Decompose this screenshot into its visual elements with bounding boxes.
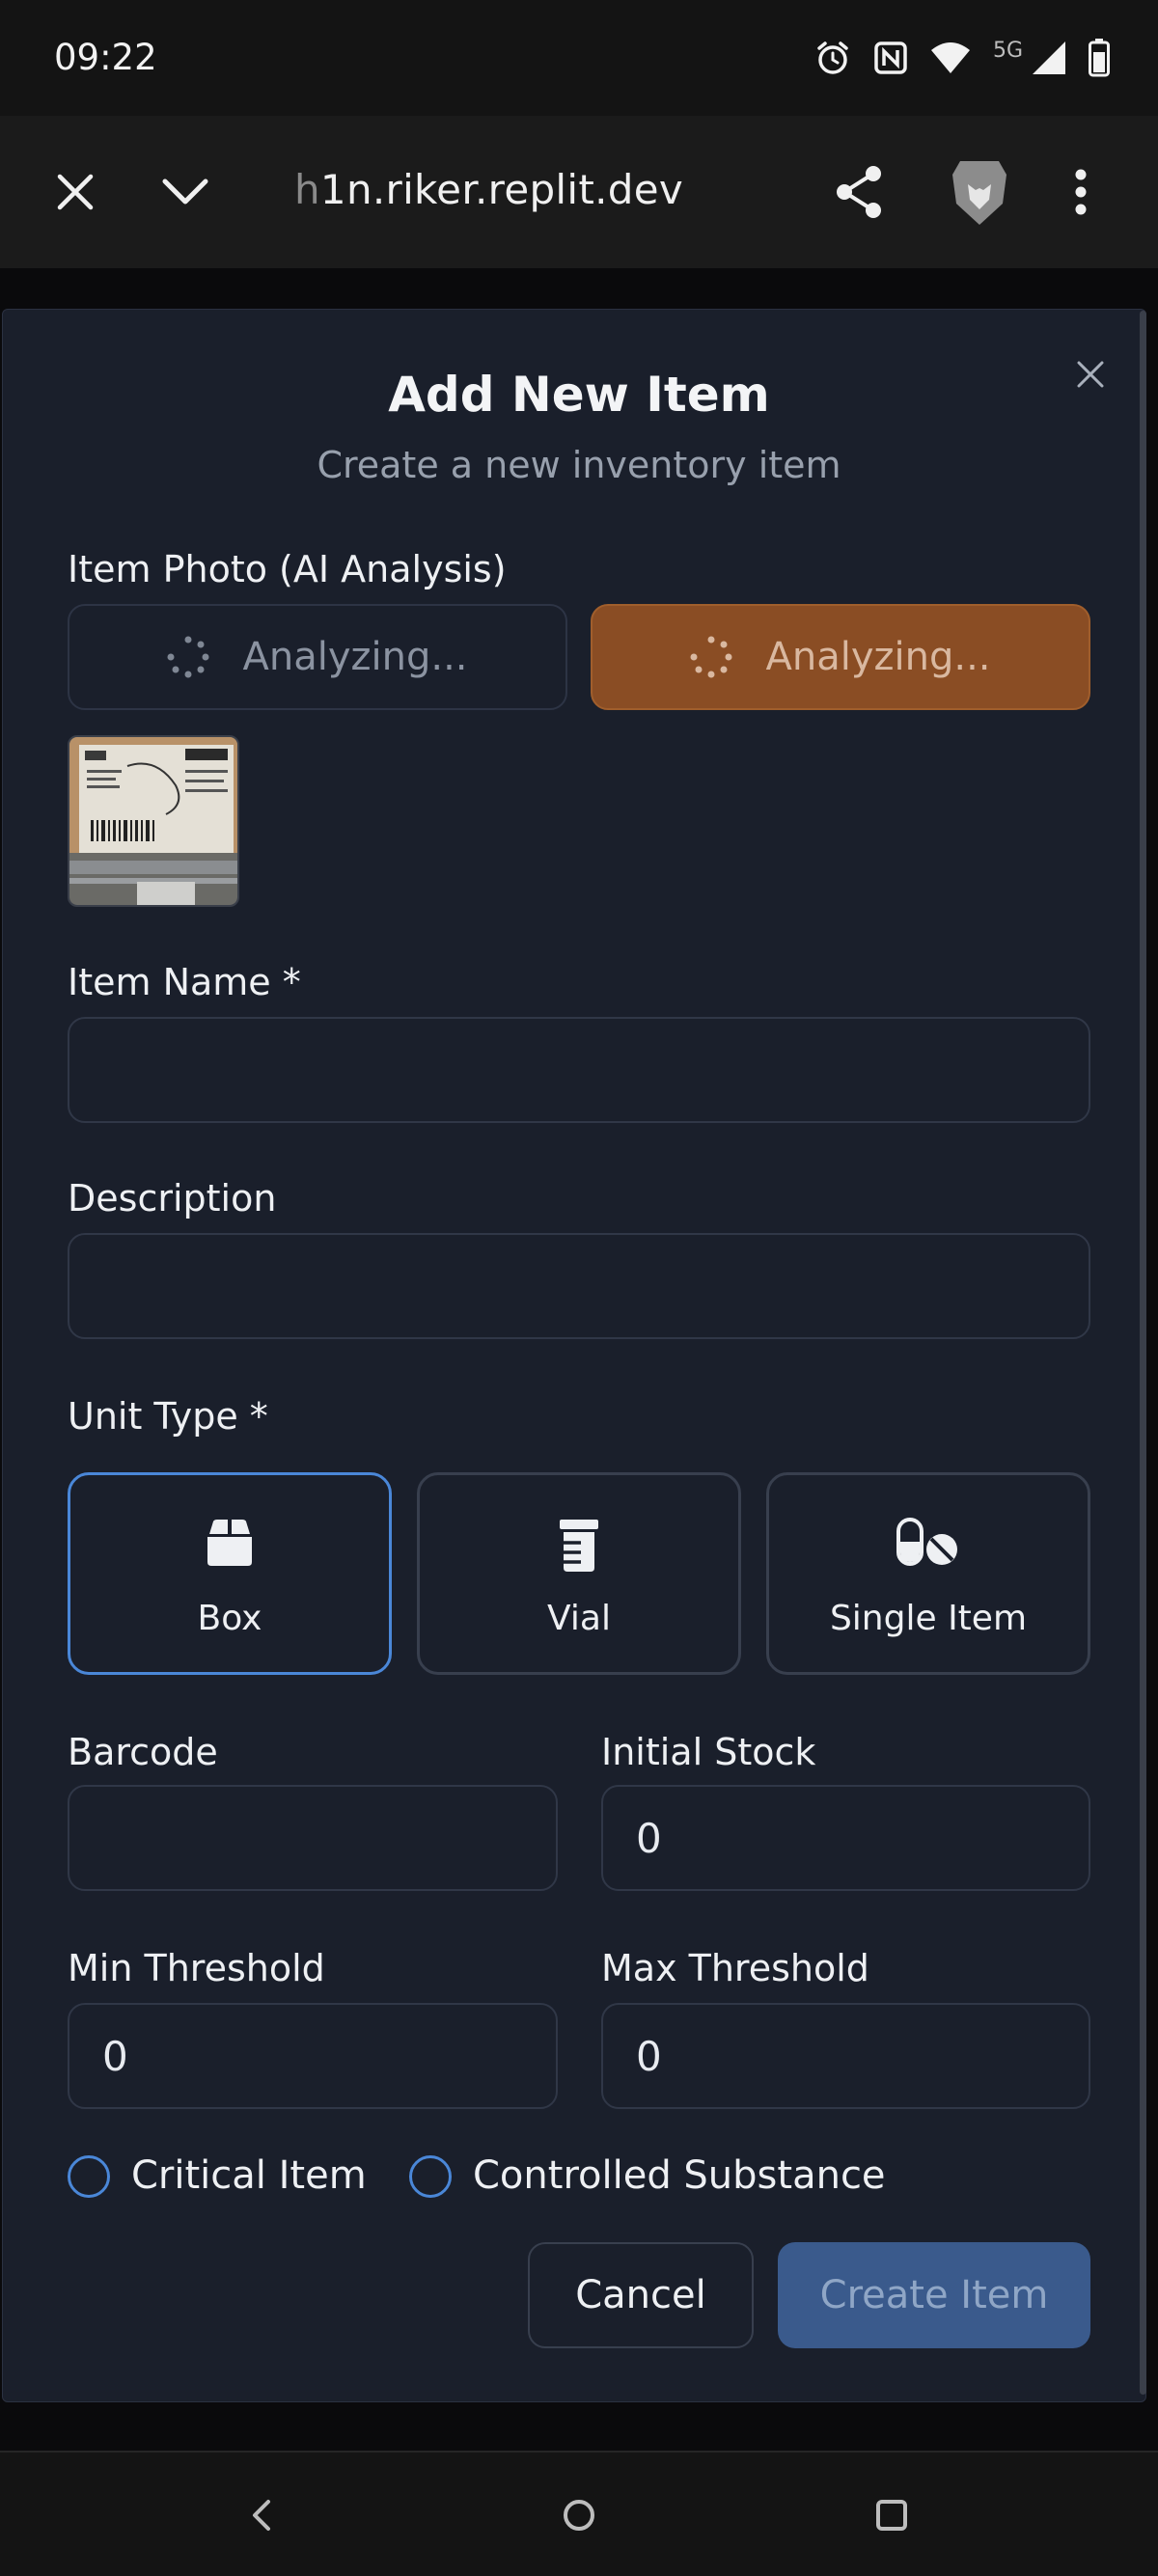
min-threshold-input[interactable]: 0 xyxy=(68,2003,558,2109)
box-icon xyxy=(207,1520,252,1566)
unit-type-single-item[interactable]: Single Item xyxy=(766,1472,1090,1675)
item-name-label: Item Name * xyxy=(68,961,301,1003)
max-threshold-label: Max Threshold xyxy=(601,1947,869,1989)
more-vert-icon xyxy=(1075,169,1087,215)
item-photo-thumbnail[interactable] xyxy=(68,735,239,907)
min-threshold-label: Min Threshold xyxy=(68,1947,325,1989)
url-bar[interactable]: h1n.riker.replit.dev xyxy=(294,166,683,213)
share-button[interactable] xyxy=(825,116,893,268)
unit-type-vial-label: Vial xyxy=(547,1599,611,1638)
nfc-icon xyxy=(874,41,907,74)
critical-item-label[interactable]: Critical Item xyxy=(131,2153,367,2198)
battery-icon xyxy=(1089,39,1110,77)
max-threshold-input[interactable]: 0 xyxy=(601,2003,1090,2109)
collapse-button[interactable] xyxy=(147,116,224,268)
pills-icon xyxy=(896,1518,957,1566)
unit-type-vial[interactable]: Vial xyxy=(417,1472,741,1675)
url-main: 1n.riker.replit.dev xyxy=(319,166,684,213)
unit-type-box[interactable]: Box xyxy=(68,1472,392,1675)
brave-lion-icon xyxy=(952,161,1006,225)
alarm-icon xyxy=(817,41,848,74)
analyze-upload-button[interactable]: Analyzing... xyxy=(591,604,1090,710)
barcode-input[interactable] xyxy=(68,1785,558,1891)
signal-icon xyxy=(1033,41,1065,74)
controlled-substance-label[interactable]: Controlled Substance xyxy=(473,2153,886,2198)
status-icons: 5G xyxy=(813,35,1110,81)
home-icon xyxy=(564,2500,594,2531)
recents-icon xyxy=(876,2500,907,2531)
more-options-button[interactable] xyxy=(1052,116,1110,268)
status-time: 09:22 xyxy=(54,37,157,78)
nav-recents-button[interactable] xyxy=(834,2453,950,2576)
unit-type-box-label: Box xyxy=(197,1599,262,1638)
critical-item-checkbox[interactable] xyxy=(68,2155,110,2198)
wifi-icon xyxy=(930,42,970,73)
spinner-icon xyxy=(167,636,209,678)
description-input[interactable] xyxy=(68,1233,1090,1339)
nav-back-button[interactable] xyxy=(203,2453,318,2576)
dialog-title: Add New Item xyxy=(388,367,770,423)
item-name-input[interactable] xyxy=(68,1017,1090,1123)
chevron-down-icon xyxy=(162,178,208,205)
dialog-subtitle: Create a new inventory item xyxy=(317,444,841,486)
network-label: 5G xyxy=(992,38,1023,63)
nav-home-button[interactable] xyxy=(521,2453,637,2576)
analyze-upload-label: Analyzing... xyxy=(765,635,991,679)
close-icon xyxy=(57,174,94,210)
photo-thumbnail-image xyxy=(69,737,237,905)
scrollbar[interactable] xyxy=(1140,311,1146,2395)
analyze-camera-label: Analyzing... xyxy=(242,635,468,679)
url-faded: h xyxy=(294,166,320,213)
initial-stock-input[interactable]: 0 xyxy=(601,1785,1090,1891)
initial-stock-label: Initial Stock xyxy=(601,1731,816,1773)
cancel-button[interactable]: Cancel xyxy=(528,2242,754,2348)
vial-icon xyxy=(560,1520,598,1572)
browser-toolbar: h1n.riker.replit.dev xyxy=(0,116,1158,268)
system-nav-bar xyxy=(0,2451,1158,2576)
close-tab-button[interactable] xyxy=(39,116,112,268)
spinner-icon xyxy=(690,636,732,678)
item-photo-label: Item Photo (AI Analysis) xyxy=(68,548,507,590)
back-icon xyxy=(253,2500,270,2531)
share-icon xyxy=(837,166,881,218)
create-item-button[interactable]: Create Item xyxy=(778,2242,1090,2348)
barcode-label: Barcode xyxy=(68,1731,218,1773)
description-label: Description xyxy=(68,1177,277,1219)
unit-type-single-item-label: Single Item xyxy=(829,1599,1028,1638)
controlled-substance-checkbox[interactable] xyxy=(409,2155,452,2198)
analyze-camera-button[interactable]: Analyzing... xyxy=(68,604,567,710)
status-bar: 09:22 5G xyxy=(0,0,1158,116)
unit-type-label: Unit Type * xyxy=(68,1395,268,1438)
brave-shields-button[interactable] xyxy=(941,116,1018,268)
